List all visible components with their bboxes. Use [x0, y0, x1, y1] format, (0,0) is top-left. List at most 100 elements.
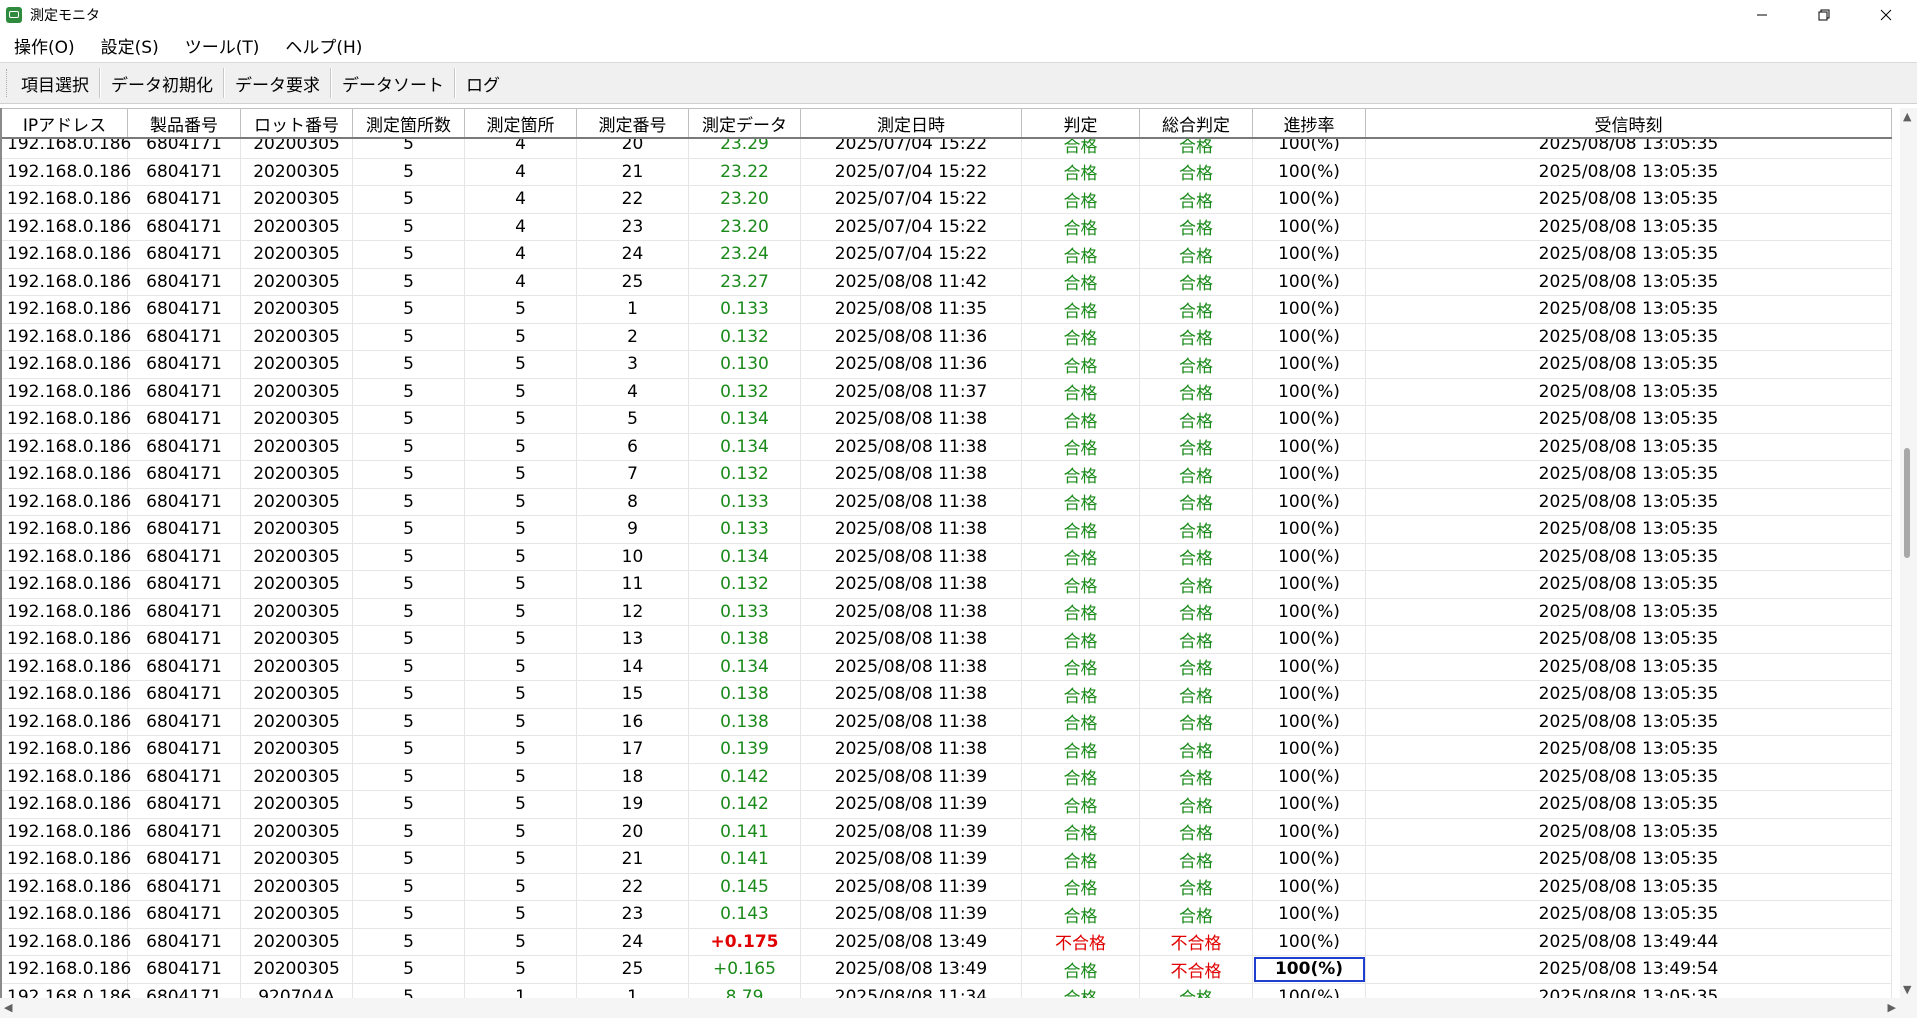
table-row[interactable]: 192.168.0.186 6804171 20200305 5 5 14 0.134 202…: [2, 653, 1892, 681]
col-overall-judgement-cell[interactable]: 合格: [1140, 571, 1253, 598]
col-product-number-cell[interactable]: 6804171: [128, 186, 241, 213]
col-measure-datetime-cell[interactable]: 2025/07/04 15:22: [801, 213, 1022, 240]
col-overall-judgement-cell[interactable]: 合格: [1140, 268, 1253, 295]
col-measure-data-cell[interactable]: 0.134: [689, 433, 801, 460]
col-measure-data-cell[interactable]: 0.138: [689, 708, 801, 735]
col-point-cell[interactable]: 1: [465, 983, 577, 998]
table-row[interactable]: 192.168.0.186 6804171 20200305 5 5 4 0.132 2025…: [2, 378, 1892, 406]
col-received-time-cell[interactable]: 2025/08/08 13:05:35: [1366, 186, 1892, 213]
col-ip-address-cell[interactable]: 192.168.0.186: [2, 901, 131, 928]
col-measure-number-cell[interactable]: 22: [577, 186, 689, 213]
table-row[interactable]: 192.168.0.186 6804171 20200305 5 5 3 0.130 2025…: [2, 351, 1892, 379]
col-ip-address-cell[interactable]: 192.168.0.186: [2, 681, 131, 708]
col-measure-number-cell[interactable]: 6: [577, 433, 689, 460]
col-measure-datetime-cell[interactable]: 2025/08/08 11:39: [801, 791, 1022, 818]
col-overall-judgement-cell[interactable]: 合格: [1140, 241, 1253, 268]
col-overall-judgement-cell[interactable]: 合格: [1140, 351, 1253, 378]
col-ip-address-cell[interactable]: 192.168.0.186: [2, 571, 131, 598]
col-product-number-cell[interactable]: 6804171: [128, 158, 241, 185]
col-measure-number-cell[interactable]: 14: [577, 653, 689, 680]
col-overall-judgement-cell[interactable]: 合格: [1140, 406, 1253, 433]
col-measure-number-cell[interactable]: 24: [577, 928, 689, 955]
col-point-cell[interactable]: 5: [465, 956, 577, 983]
col-received-time-cell[interactable]: 2025/08/08 13:05:35: [1366, 818, 1892, 845]
col-point-cell[interactable]: 4: [465, 213, 577, 240]
table-row[interactable]: 192.168.0.186 6804171 20200305 5 5 5 0.134 2025…: [2, 406, 1892, 434]
select-items-button[interactable]: 項目選択: [11, 66, 99, 100]
col-ip-address-cell[interactable]: 192.168.0.186: [2, 241, 131, 268]
col-point-count-cell[interactable]: 5: [353, 186, 465, 213]
col-received-time-cell[interactable]: 2025/08/08 13:05:35: [1366, 213, 1892, 240]
col-measure-datetime-cell[interactable]: 2025/08/08 11:39: [801, 873, 1022, 900]
col-point-count-cell[interactable]: 5: [353, 983, 465, 998]
col-measure-data-cell[interactable]: 0.132: [689, 323, 801, 350]
minimize-button[interactable]: [1731, 0, 1793, 30]
col-lot-number-cell[interactable]: 20200305: [241, 708, 353, 735]
table-row[interactable]: 192.168.0.186 6804171 20200305 5 5 10 0.134 202…: [2, 543, 1892, 571]
col-measure-datetime-cell[interactable]: 2025/08/08 11:38: [801, 543, 1022, 570]
col-lot-number-cell[interactable]: 20200305: [241, 901, 353, 928]
col-measure-number-cell[interactable]: 19: [577, 791, 689, 818]
col-point-cell[interactable]: 5: [465, 818, 577, 845]
col-product-number-cell[interactable]: 6804171: [128, 241, 241, 268]
col-overall-judgement-cell[interactable]: 合格: [1140, 516, 1253, 543]
col-measure-data-cell[interactable]: 0.145: [689, 873, 801, 900]
col-lot-number-cell[interactable]: 20200305: [241, 433, 353, 460]
col-lot-number-cell[interactable]: 20200305: [241, 736, 353, 763]
col-lot-number-cell[interactable]: 20200305: [241, 186, 353, 213]
col-point-cell[interactable]: 4: [465, 268, 577, 295]
col-measure-number-cell[interactable]: 21: [577, 158, 689, 185]
col-product-number-cell[interactable]: 6804171: [128, 846, 241, 873]
scroll-left-icon[interactable]: ◀: [4, 1001, 12, 1014]
col-progress-cell[interactable]: 100(%): [1253, 406, 1366, 433]
col-lot-number-cell[interactable]: 20200305: [241, 571, 353, 598]
col-measure-datetime-cell[interactable]: 2025/08/08 11:38: [801, 406, 1022, 433]
col-judgement-cell[interactable]: 合格: [1022, 296, 1140, 323]
col-point-count-cell[interactable]: 5: [353, 516, 465, 543]
data-grid[interactable]: 192.168.0.186 6804171 20200305 5 4 20 23.29 202…: [0, 108, 1900, 998]
col-point-count-cell[interactable]: 5: [353, 763, 465, 790]
col-point-count-cell[interactable]: 5: [353, 736, 465, 763]
col-product-number-cell[interactable]: 6804171: [128, 571, 241, 598]
col-measure-number-cell[interactable]: 13: [577, 626, 689, 653]
col-overall-judgement-cell[interactable]: 合格: [1140, 873, 1253, 900]
col-product-number-cell[interactable]: 6804171: [128, 406, 241, 433]
table-row[interactable]: 192.168.0.186 6804171 20200305 5 4 23 23.20 202…: [2, 213, 1892, 241]
col-ip-address-cell[interactable]: 192.168.0.186: [2, 516, 131, 543]
col-product-number-cell[interactable]: 6804171: [128, 653, 241, 680]
col-lot-number-cell[interactable]: 20200305: [241, 323, 353, 350]
col-product-number-cell[interactable]: 6804171: [128, 873, 241, 900]
col-lot-number-cell[interactable]: 20200305: [241, 653, 353, 680]
col-judgement-cell[interactable]: 合格: [1022, 268, 1140, 295]
col-judgement-cell[interactable]: 合格: [1022, 543, 1140, 570]
col-measure-number-cell[interactable]: 23: [577, 213, 689, 240]
col-product-number-cell[interactable]: 6804171: [128, 543, 241, 570]
col-point-count-cell[interactable]: 5: [353, 433, 465, 460]
col-measure-number-cell[interactable]: 25: [577, 268, 689, 295]
col-measure-data-header[interactable]: 測定データ: [689, 109, 801, 137]
col-ip-address-cell[interactable]: 192.168.0.186: [2, 818, 131, 845]
col-judgement-cell[interactable]: 合格: [1022, 626, 1140, 653]
col-measure-datetime-cell[interactable]: 2025/08/08 11:38: [801, 516, 1022, 543]
col-measure-datetime-cell[interactable]: 2025/08/08 11:37: [801, 378, 1022, 405]
col-product-number-cell[interactable]: 6804171: [128, 598, 241, 625]
table-row[interactable]: 192.168.0.186 6804171 20200305 5 5 16 0.138 202…: [2, 708, 1892, 736]
col-overall-judgement-cell[interactable]: 合格: [1140, 736, 1253, 763]
table-row[interactable]: 192.168.0.186 6804171 20200305 5 4 21 23.22 202…: [2, 158, 1892, 186]
col-overall-judgement-cell[interactable]: 合格: [1140, 186, 1253, 213]
col-product-number-cell[interactable]: 6804171: [128, 433, 241, 460]
col-point-cell[interactable]: 5: [465, 461, 577, 488]
col-product-number-cell[interactable]: 6804171: [128, 681, 241, 708]
col-received-time-cell[interactable]: 2025/08/08 13:05:35: [1366, 516, 1892, 543]
col-point-cell[interactable]: 5: [465, 736, 577, 763]
col-overall-judgement-cell[interactable]: 合格: [1140, 378, 1253, 405]
col-ip-address-cell[interactable]: 192.168.0.186: [2, 598, 131, 625]
col-point-count-cell[interactable]: 5: [353, 296, 465, 323]
col-point-count-cell[interactable]: 5: [353, 268, 465, 295]
col-lot-number-cell[interactable]: 20200305: [241, 158, 353, 185]
col-received-time-cell[interactable]: 2025/08/08 13:05:35: [1366, 406, 1892, 433]
vertical-scrollbar[interactable]: ▲ ▼: [1900, 108, 1917, 998]
col-progress-cell[interactable]: 100(%): [1253, 323, 1366, 350]
col-progress-header[interactable]: 進捗率: [1253, 109, 1366, 137]
col-point-count-cell[interactable]: 5: [353, 158, 465, 185]
